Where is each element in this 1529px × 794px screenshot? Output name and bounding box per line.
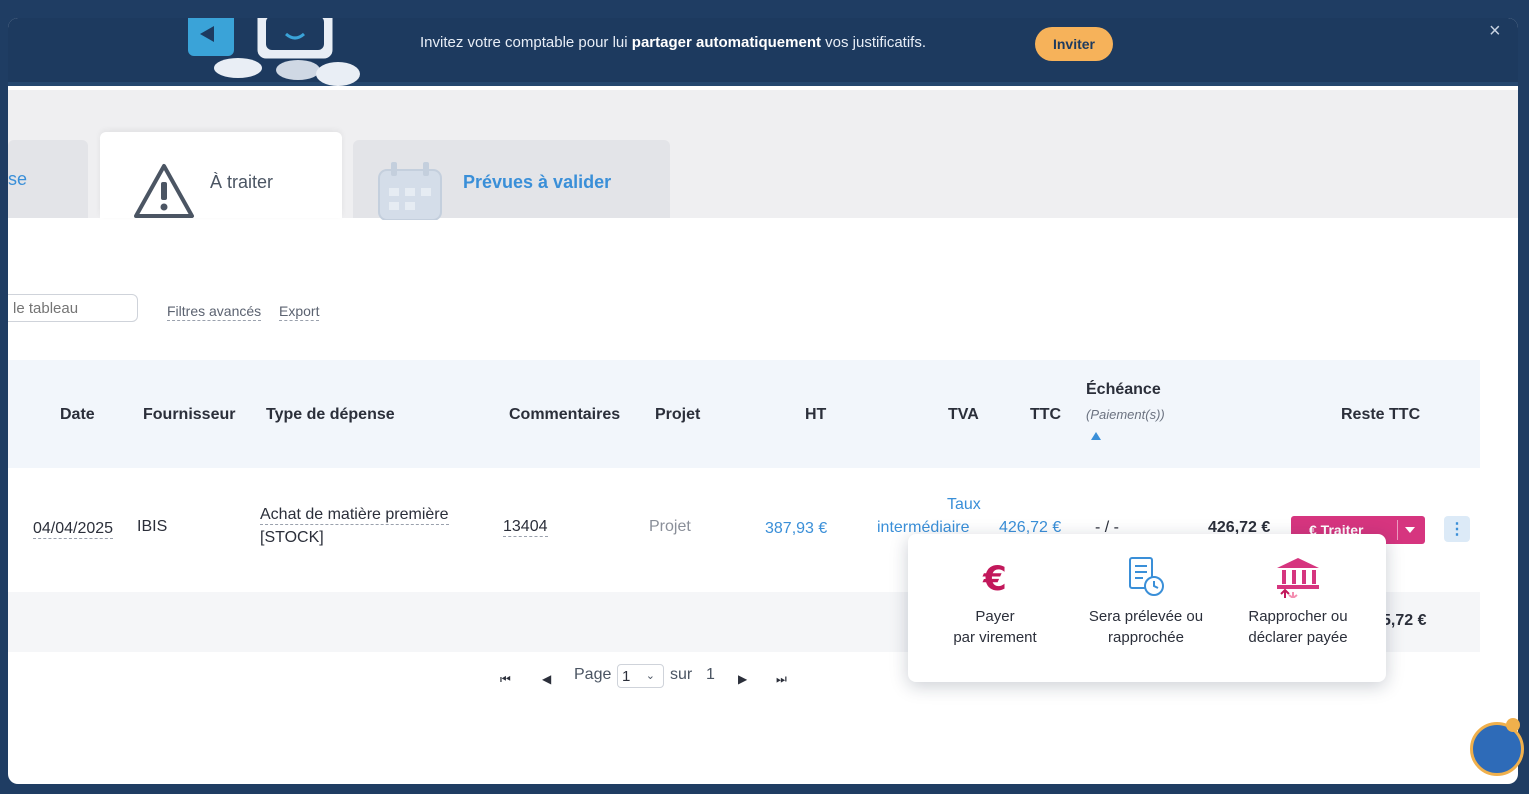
split-divider xyxy=(1397,520,1398,540)
row-type-line2[interactable]: [STOCK] xyxy=(260,529,324,547)
header-ttc[interactable]: TTC xyxy=(1030,406,1061,424)
page-label: Page xyxy=(574,666,612,683)
tab-previous[interactable]: se xyxy=(8,140,88,218)
previous-page-icon[interactable]: ◀ xyxy=(542,672,551,686)
header-reste-ttc[interactable]: Reste TTC xyxy=(1341,406,1420,424)
tab-prevues-a-valider[interactable]: Prévues à valider xyxy=(353,140,670,220)
app-window: Invitez votre comptable pour lui partage… xyxy=(8,18,1518,784)
export-link[interactable]: Export xyxy=(279,303,320,321)
menu-item-payer-virement[interactable]: € Payer par virement xyxy=(920,556,1070,648)
bank-icon xyxy=(1277,558,1319,598)
header-projet[interactable]: Projet xyxy=(655,406,700,424)
sort-ascending-icon[interactable] xyxy=(1091,432,1101,440)
svg-text:€: € xyxy=(982,559,1007,598)
table-header: Date Fournisseur Type de dépense Comment… xyxy=(8,360,1480,468)
chevron-down-icon: ⌄ xyxy=(645,670,655,682)
invite-banner: Invitez votre comptable pour lui partage… xyxy=(8,18,1518,86)
row-date[interactable]: 04/04/2025 xyxy=(33,520,114,539)
row-fournisseur[interactable]: IBIS xyxy=(137,518,167,536)
total-pages: 1 xyxy=(706,666,715,683)
page-select-value: 1 xyxy=(622,667,631,685)
header-echeance[interactable]: Échéance xyxy=(1086,381,1161,399)
header-echeance-sub: (Paiement(s)) xyxy=(1086,407,1165,422)
header-fournisseur[interactable]: Fournisseur xyxy=(143,406,235,424)
menu-item-prelevee-rapprochee[interactable]: Sera prélevée ou rapprochée xyxy=(1071,556,1221,648)
menu-item-rapprocher-declarer[interactable]: Rapprocher ou déclarer payée xyxy=(1223,556,1373,648)
more-options-icon[interactable]: ⋮ xyxy=(1444,516,1470,542)
advanced-filters-link[interactable]: Filtres avancés xyxy=(167,303,262,321)
page-select[interactable]: 1 ⌄ xyxy=(617,664,664,688)
header-date[interactable]: Date xyxy=(60,406,95,424)
warning-icon xyxy=(134,164,194,218)
row-projet[interactable]: Projet xyxy=(649,518,691,536)
last-page-icon[interactable]: ⏭ xyxy=(776,672,787,687)
header-tva[interactable]: TVA xyxy=(948,406,979,424)
header-ht[interactable]: HT xyxy=(805,406,826,424)
row-ht[interactable]: 387,93 € xyxy=(765,520,827,538)
search-input[interactable] xyxy=(8,294,138,322)
invite-button[interactable]: Inviter xyxy=(1035,27,1113,61)
notification-dot xyxy=(1506,718,1520,732)
row-commentaires[interactable]: 13404 xyxy=(503,518,548,537)
row-tva-line1[interactable]: Taux xyxy=(947,496,981,514)
robot-mascot-illustration xyxy=(188,18,360,86)
header-type-depense[interactable]: Type de dépense xyxy=(266,406,395,424)
tab-previous-label: se xyxy=(8,168,28,189)
traiter-dropdown-menu: € Payer par virement Sera prélevée ou ra… xyxy=(908,534,1386,682)
banner-message: Invitez votre comptable pour lui partage… xyxy=(420,34,927,51)
calendar-icon xyxy=(378,162,442,220)
close-icon[interactable]: × xyxy=(1489,20,1501,43)
header-commentaires[interactable]: Commentaires xyxy=(509,406,620,424)
first-page-icon[interactable]: ⏮ xyxy=(500,672,511,687)
receipt-clock-icon xyxy=(1129,557,1164,596)
total-reste-ttc: 5,72 € xyxy=(1382,612,1427,629)
row-type-line1[interactable]: Achat de matière première xyxy=(260,506,449,525)
tab-prevues-label: Prévues à valider xyxy=(463,172,612,192)
tab-a-traiter[interactable]: À traiter xyxy=(100,132,342,218)
euro-icon: € xyxy=(982,559,1007,598)
chevron-down-icon[interactable] xyxy=(1405,527,1415,533)
next-page-icon[interactable]: ▶ xyxy=(738,672,747,686)
sur-label: sur xyxy=(670,666,693,683)
tab-a-traiter-label: À traiter xyxy=(210,172,274,192)
